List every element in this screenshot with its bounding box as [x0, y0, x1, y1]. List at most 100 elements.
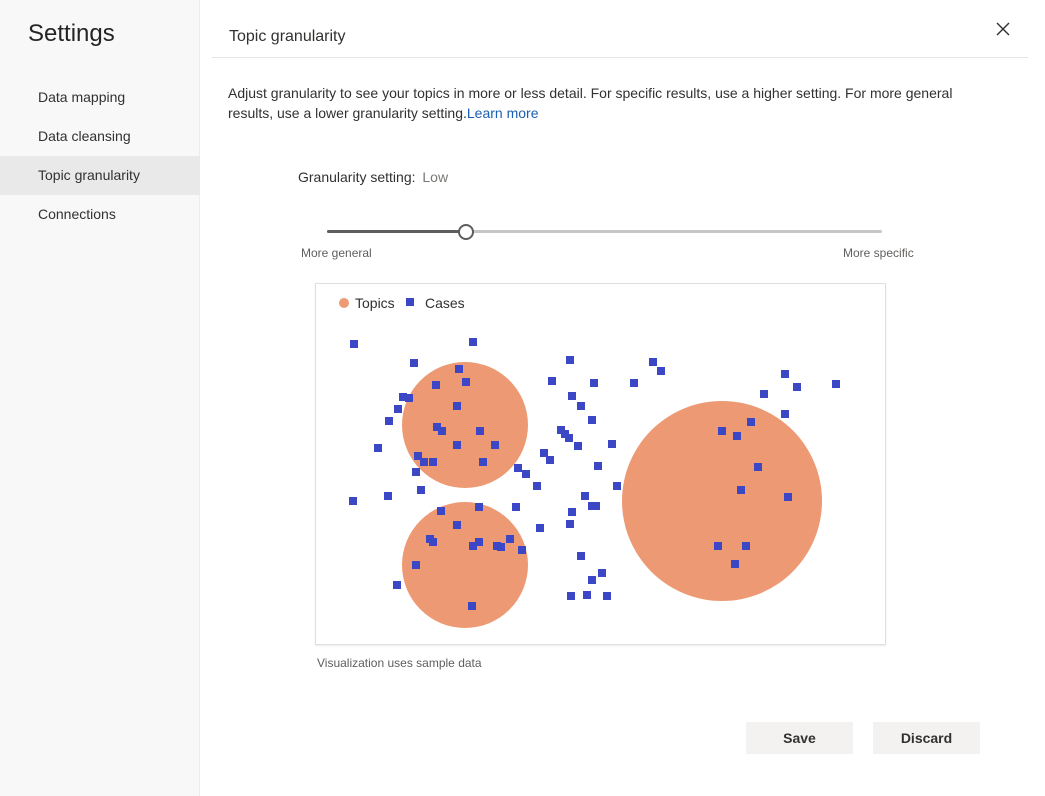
panel-title: Topic granularity [229, 28, 346, 45]
case-point [522, 470, 530, 478]
case-point [405, 394, 413, 402]
settings-sidebar: Settings Data mapping Data cleansing Top… [0, 0, 200, 796]
legend-topics-marker [339, 298, 349, 308]
close-button[interactable] [990, 16, 1016, 42]
case-point [374, 444, 382, 452]
granularity-setting-label: Granularity setting: Low [298, 169, 448, 185]
case-point [468, 602, 476, 610]
case-point [536, 524, 544, 532]
close-icon [996, 22, 1010, 36]
case-point [568, 508, 576, 516]
case-point [475, 538, 483, 546]
case-point [594, 462, 602, 470]
case-point [598, 569, 606, 577]
learn-more-link[interactable]: Learn more [467, 105, 539, 121]
settings-panel: Topic granularity Adjust granularity to … [200, 0, 1045, 796]
case-point [349, 497, 357, 505]
case-point [417, 486, 425, 494]
case-point [491, 441, 499, 449]
case-point [568, 392, 576, 400]
case-point [565, 434, 573, 442]
case-point [657, 367, 665, 375]
case-point [518, 546, 526, 554]
sidebar-item-connections[interactable]: Connections [0, 195, 200, 234]
case-point [394, 405, 402, 413]
case-point [385, 417, 393, 425]
case-point [781, 410, 789, 418]
case-point [781, 370, 789, 378]
topic-bubbles [402, 362, 822, 628]
case-point [574, 442, 582, 450]
discard-button[interactable]: Discard [873, 722, 980, 754]
case-point [514, 464, 522, 472]
case-point [546, 456, 554, 464]
sidebar-item-topic-granularity[interactable]: Topic granularity [0, 156, 200, 195]
settings-nav: Data mapping Data cleansing Topic granul… [0, 78, 200, 234]
case-point [479, 458, 487, 466]
slider-fill [327, 230, 466, 233]
case-point [412, 468, 420, 476]
case-point [540, 449, 548, 457]
case-point [588, 576, 596, 584]
legend-cases-label: Cases [425, 295, 465, 311]
description-text: Adjust granularity to see your topics in… [228, 85, 953, 121]
legend-cases-marker [406, 298, 414, 306]
case-point [453, 441, 461, 449]
case-point [742, 542, 750, 550]
case-point [429, 458, 437, 466]
granularity-description: Adjust granularity to see your topics in… [228, 83, 968, 123]
case-point [608, 440, 616, 448]
case-point [747, 418, 755, 426]
case-point [533, 482, 541, 490]
case-point [630, 379, 638, 387]
case-point [718, 427, 726, 435]
case-point [462, 378, 470, 386]
slider-min-label: More general [301, 246, 372, 260]
save-button[interactable]: Save [746, 722, 853, 754]
chart-note: Visualization uses sample data [317, 656, 482, 670]
case-point [475, 503, 483, 511]
topic-bubble [402, 502, 528, 628]
granularity-slider[interactable] [327, 222, 882, 242]
slider-thumb[interactable] [457, 224, 474, 240]
sidebar-item-data-cleansing[interactable]: Data cleansing [0, 117, 200, 156]
topics-cases-chart: Topics Cases [315, 283, 886, 645]
case-point [588, 502, 596, 510]
case-point [384, 492, 392, 500]
case-point [453, 402, 461, 410]
scatter-plot: Topics Cases [339, 295, 840, 628]
case-point [760, 390, 768, 398]
case-point [649, 358, 657, 366]
legend-topics-label: Topics [355, 295, 395, 311]
case-point [476, 427, 484, 435]
sidebar-item-data-mapping[interactable]: Data mapping [0, 78, 200, 117]
case-point [429, 538, 437, 546]
case-point [832, 380, 840, 388]
header-divider [212, 57, 1028, 58]
case-point [603, 592, 611, 600]
case-point [754, 463, 762, 471]
case-point [567, 592, 575, 600]
case-point [412, 561, 420, 569]
granularity-label-text: Granularity setting: [298, 169, 416, 185]
slider-max-label: More specific [843, 246, 914, 260]
case-point [784, 493, 792, 501]
case-point [350, 340, 358, 348]
case-point [737, 486, 745, 494]
case-point [733, 432, 741, 440]
case-point [590, 379, 598, 387]
case-point [432, 381, 440, 389]
case-point [393, 581, 401, 589]
case-point [793, 383, 801, 391]
case-point [577, 402, 585, 410]
case-point [469, 338, 477, 346]
case-point [581, 492, 589, 500]
case-point [410, 359, 418, 367]
case-point [493, 542, 501, 550]
case-point [455, 365, 463, 373]
case-point [420, 458, 428, 466]
case-point [506, 535, 514, 543]
case-point [577, 552, 585, 560]
case-point [566, 520, 574, 528]
case-point [731, 560, 739, 568]
